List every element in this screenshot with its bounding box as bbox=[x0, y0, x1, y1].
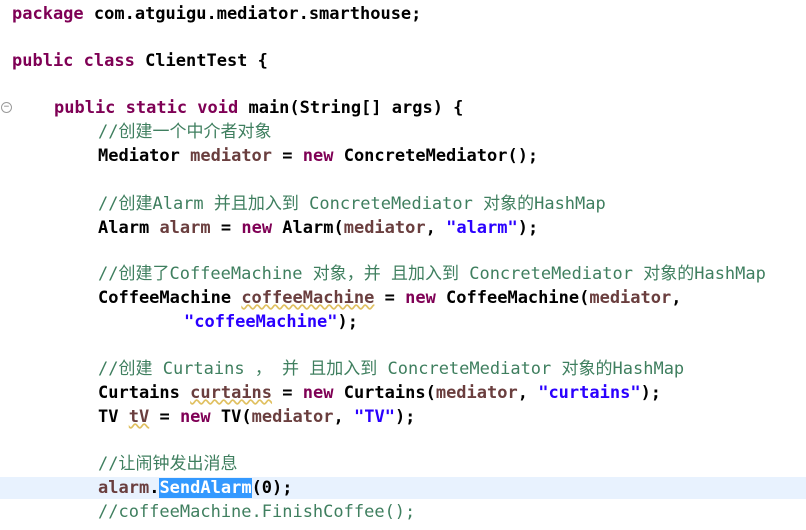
string-literal: "alarm" bbox=[446, 218, 518, 238]
punctuation: , bbox=[333, 407, 354, 427]
operator: = bbox=[272, 146, 303, 166]
punctuation: ); bbox=[640, 383, 662, 403]
variable: coffeeMachine bbox=[241, 288, 375, 308]
variable: alarm bbox=[98, 478, 150, 498]
punctuation: , bbox=[517, 383, 539, 403]
punctuation: , bbox=[671, 288, 682, 308]
punctuation: ); bbox=[517, 218, 539, 238]
expression: TV( bbox=[210, 407, 252, 427]
keyword: new bbox=[179, 407, 211, 427]
keyword: new bbox=[302, 146, 334, 166]
code-line-current[interactable]: alarm.SendAlarm(0); bbox=[0, 477, 806, 499]
code-line[interactable]: Mediator mediator = new ConcreteMediator… bbox=[0, 145, 806, 167]
code-line-package[interactable]: package com.atguigu.mediator.smarthouse; bbox=[0, 3, 806, 25]
argument: mediator bbox=[343, 218, 426, 238]
variable: tV bbox=[128, 407, 150, 427]
code-comment[interactable]: //创建 Curtains ， 并 且加入到 ConcreteMediator … bbox=[0, 358, 806, 380]
punctuation: ); bbox=[394, 407, 416, 427]
argument: mediator bbox=[251, 407, 334, 427]
code-comment[interactable]: //创建了CoffeeMachine 对象，并 且加入到 ConcreteMed… bbox=[0, 263, 806, 285]
selected-text[interactable]: SendAlarm bbox=[159, 478, 252, 498]
operator: = bbox=[149, 407, 180, 427]
comment: //创建 Curtains ， 并 且加入到 ConcreteMediator … bbox=[98, 359, 685, 379]
keyword: new bbox=[241, 218, 273, 238]
class-name: ClientTest { bbox=[134, 51, 268, 71]
type-name: Mediator bbox=[98, 146, 180, 166]
expression: CoffeeMachine( bbox=[435, 288, 590, 308]
comment: //让闹钟发出消息 bbox=[98, 454, 238, 474]
keyword: new bbox=[405, 288, 436, 308]
code-line-class[interactable]: public class ClientTest { bbox=[0, 50, 806, 72]
type-name: TV bbox=[98, 407, 119, 427]
comment: //coffeeMachine.FinishCoffee(); bbox=[98, 502, 416, 522]
comment: //创建一个中介者对象 bbox=[98, 122, 272, 142]
expression: ConcreteMediator(); bbox=[333, 146, 539, 166]
string-literal: "TV" bbox=[353, 407, 395, 427]
code-comment[interactable]: //让闹钟发出消息 bbox=[0, 453, 806, 475]
punctuation: ); bbox=[337, 312, 359, 332]
method-signature: main(String[] args) { bbox=[238, 98, 464, 118]
code-line[interactable]: Alarm alarm = new Alarm(mediator, "alarm… bbox=[0, 217, 806, 239]
string-literal: "curtains" bbox=[538, 383, 641, 403]
code-line-main[interactable]: public static void main(String[] args) { bbox=[0, 97, 806, 119]
package-name: com.atguigu.mediator.smarthouse; bbox=[83, 4, 422, 24]
operator: = bbox=[374, 288, 406, 308]
code-line[interactable]: TV tV = new TV(mediator, "TV"); bbox=[0, 406, 806, 428]
code-line[interactable]: Curtains curtains = new Curtains(mediato… bbox=[0, 382, 806, 404]
code-comment[interactable]: //创建一个中介者对象 bbox=[0, 121, 806, 143]
code-line[interactable]: "coffeeMachine"); bbox=[0, 311, 806, 333]
keyword: public static void bbox=[54, 98, 239, 118]
variable: curtains bbox=[190, 383, 273, 403]
argument: mediator bbox=[589, 288, 672, 308]
code-comment[interactable]: //coffeeMachine.FinishCoffee(); bbox=[0, 501, 806, 523]
keyword: package bbox=[12, 4, 84, 24]
comment: //创建Alarm 并且加入到 ConcreteMediator 对象的Hash… bbox=[98, 194, 606, 214]
comment: //创建了CoffeeMachine 对象，并 且加入到 ConcreteMed… bbox=[98, 264, 766, 284]
operator: = bbox=[210, 218, 242, 238]
variable: alarm bbox=[159, 218, 211, 238]
operator: = bbox=[272, 383, 303, 403]
variable: mediator bbox=[190, 146, 273, 166]
code-line[interactable]: CoffeeMachine coffeeMachine = new Coffee… bbox=[0, 287, 806, 309]
code-comment[interactable]: //创建Alarm 并且加入到 ConcreteMediator 对象的Hash… bbox=[0, 193, 806, 215]
type-name: Alarm bbox=[98, 218, 150, 238]
keyword: new bbox=[302, 383, 334, 403]
keyword: public class bbox=[12, 51, 135, 71]
expression: (0); bbox=[251, 478, 293, 498]
expression: Alarm( bbox=[272, 218, 344, 238]
argument: mediator bbox=[435, 383, 518, 403]
expression: Curtains( bbox=[333, 383, 436, 403]
type-name: Curtains bbox=[98, 383, 180, 403]
code-editor[interactable]: − package com.atguigu.mediator.smarthous… bbox=[0, 0, 806, 530]
type-name: CoffeeMachine bbox=[98, 288, 232, 308]
punctuation: . bbox=[149, 478, 160, 498]
string-literal: "coffeeMachine" bbox=[184, 312, 338, 332]
punctuation: , bbox=[425, 218, 447, 238]
